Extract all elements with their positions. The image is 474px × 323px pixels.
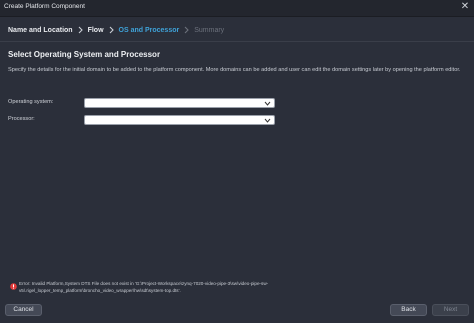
breadcrumb: Name and Location Flow OS and Processor … [8,25,224,35]
cancel-button[interactable]: Cancel [5,304,42,316]
back-button[interactable]: Back [390,304,427,316]
title-bar: Create Platform Component ✕ [0,0,474,17]
processor-select[interactable] [84,115,275,125]
breadcrumb-step-name-location[interactable]: Name and Location [8,27,73,34]
breadcrumb-step-os-processor[interactable]: OS and Processor [119,27,180,34]
error-text: Error: Invalid Platform,System DTS File … [19,281,269,293]
section-description: Specify the details for the initial doma… [8,67,461,73]
error-icon [10,283,17,290]
window-title: Create Platform Component [4,3,85,10]
chevron-right-icon [78,26,83,34]
chevron-right-icon [184,26,190,34]
header-divider [0,41,474,42]
chevron-right-icon [109,26,114,34]
breadcrumb-step-flow[interactable]: Flow [88,27,104,34]
chevron-down-icon [264,118,271,123]
chevron-down-icon [264,101,271,106]
os-select[interactable] [84,98,275,108]
section-title: Select Operating System and Processor [8,50,161,59]
close-icon[interactable]: ✕ [460,2,470,12]
breadcrumb-step-summary: Summary [194,26,225,34]
processor-label: Processor: [8,116,35,122]
os-label: Operating system: [8,99,54,105]
next-button[interactable]: Next [432,304,469,316]
